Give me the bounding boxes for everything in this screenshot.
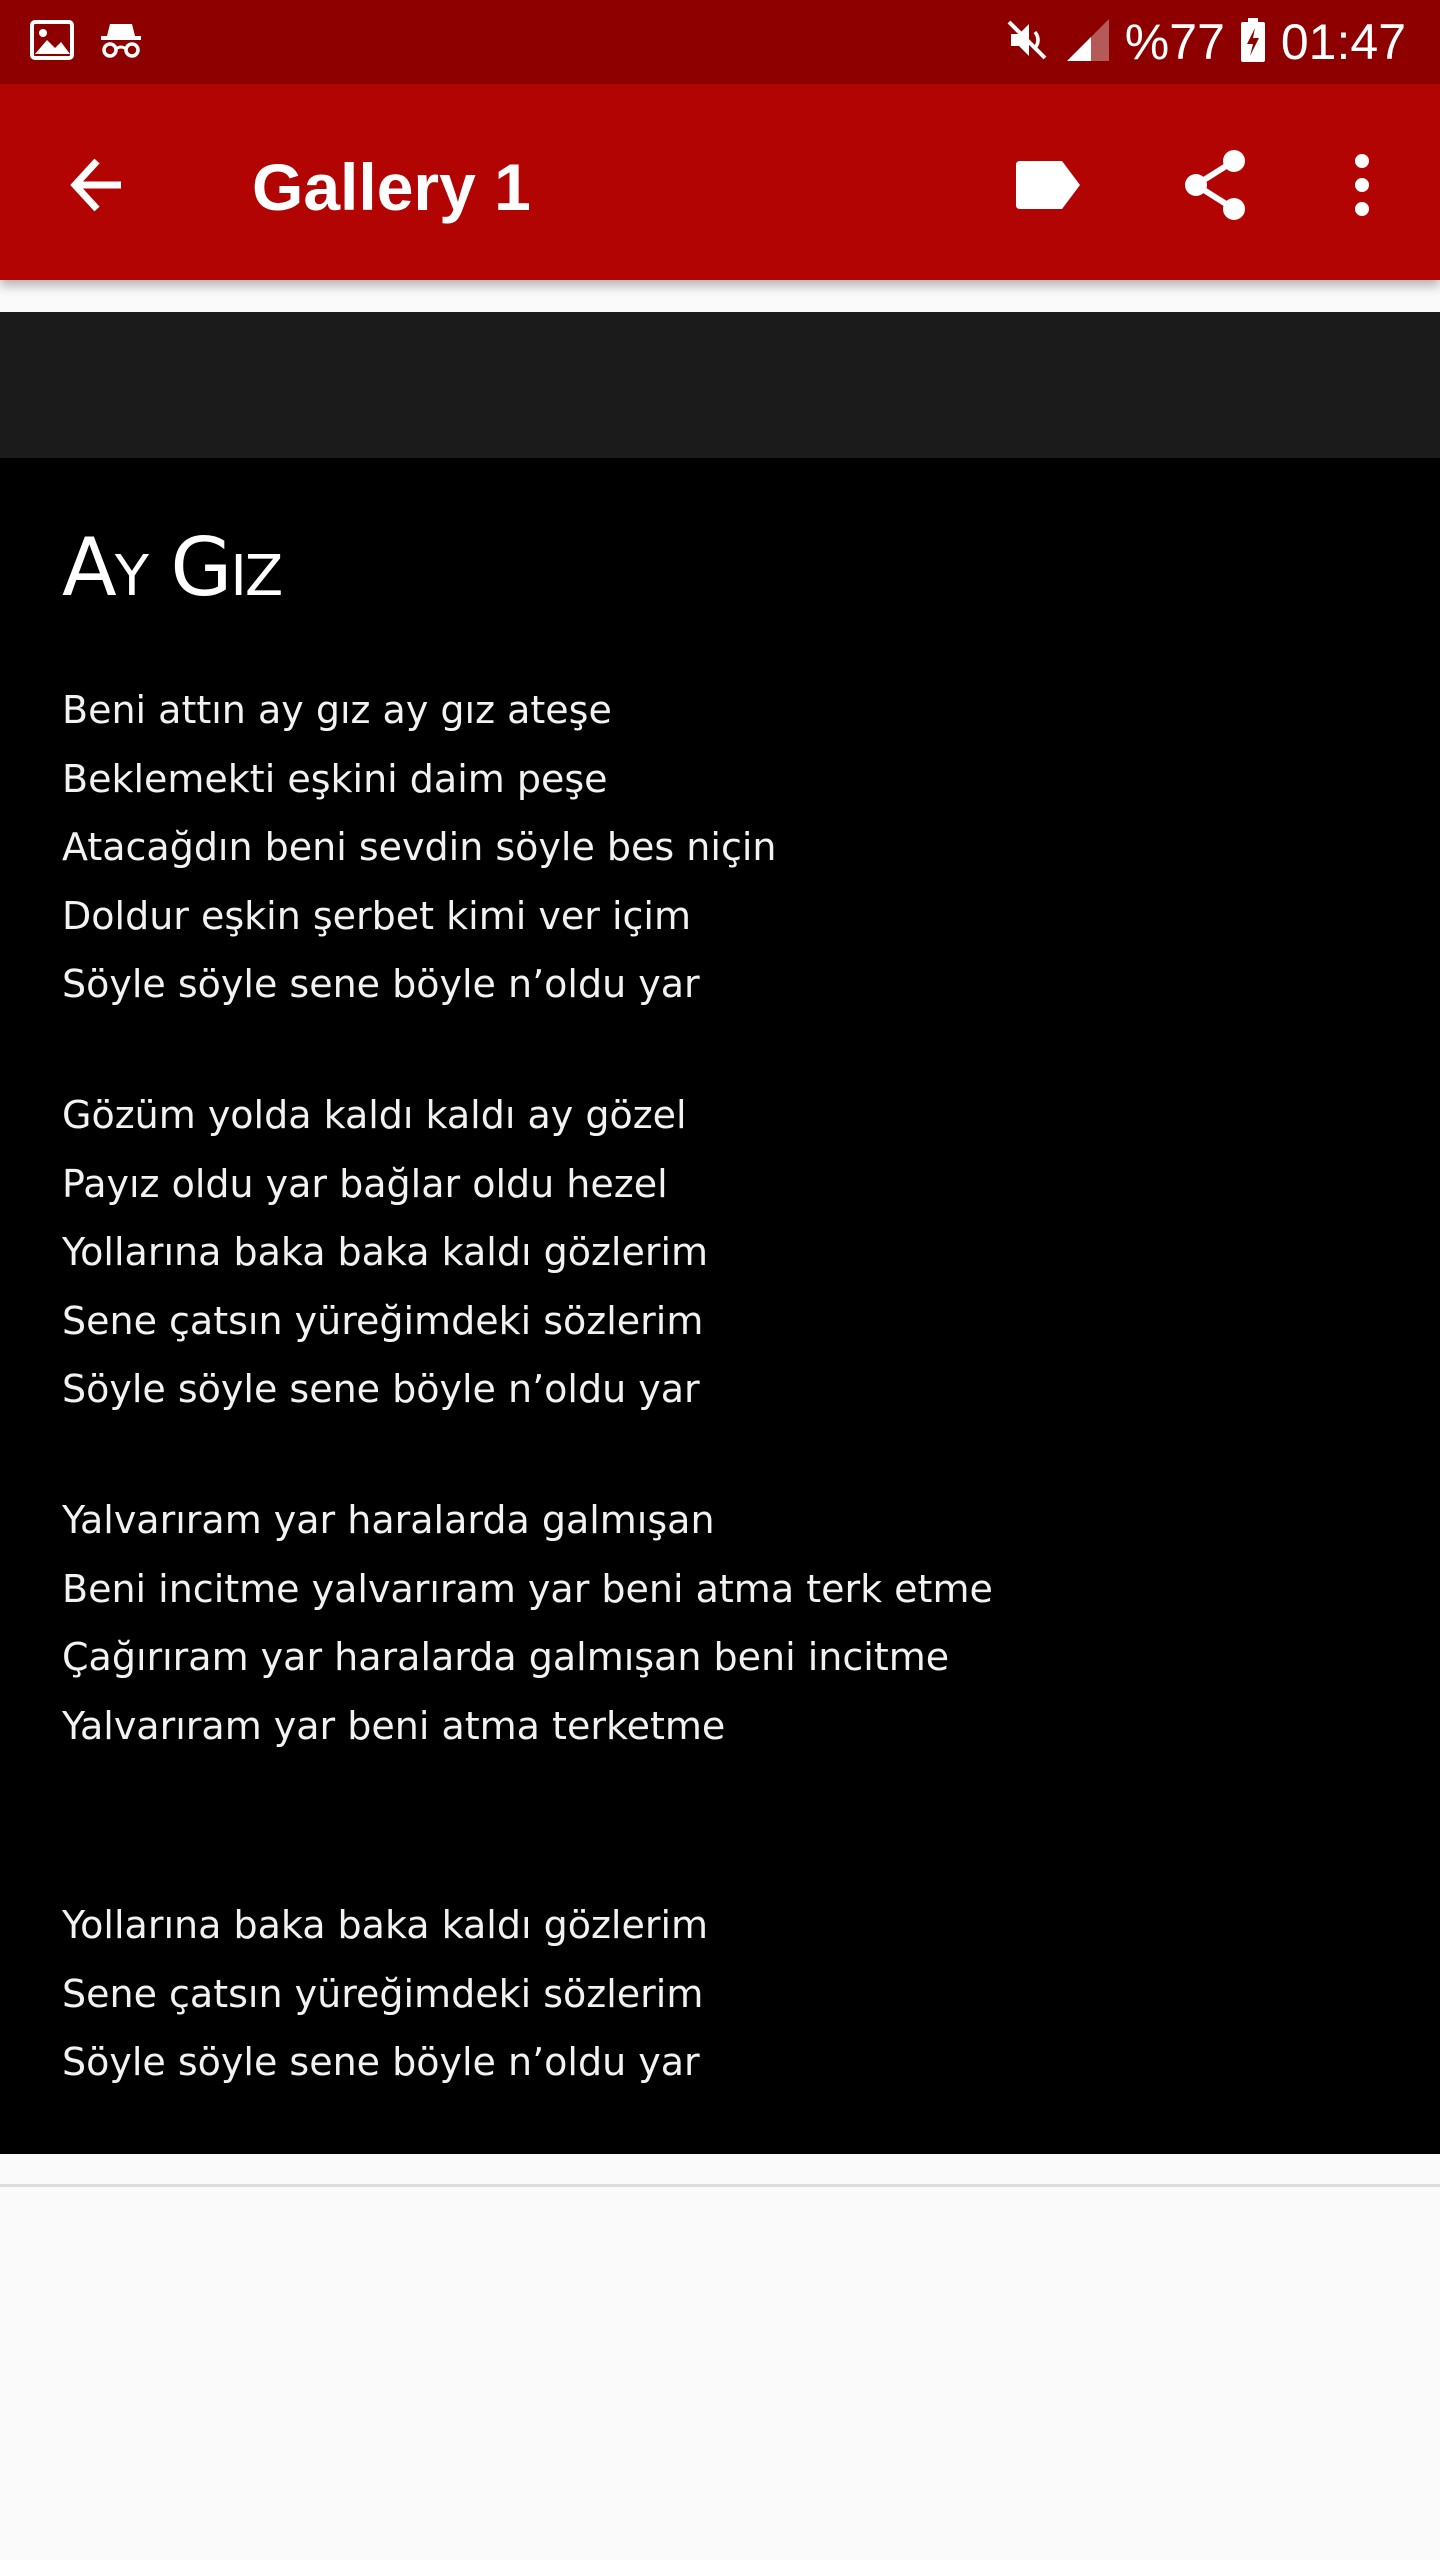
more-options-button[interactable]	[1312, 140, 1412, 230]
poem-stanza: Yollarına baka baka kaldı gözlerim Sene …	[62, 1891, 708, 2097]
page-title: Gallery 1	[252, 150, 531, 224]
poem-line: Söyle söyle sene böyle n’oldu yar	[62, 2040, 700, 2084]
poem-line: Payız oldu yar bağlar oldu hezel	[62, 1161, 668, 1206]
image-top-strip	[0, 312, 1440, 458]
status-bar: %77 01:47	[0, 0, 1440, 84]
status-left-icons	[30, 18, 144, 66]
status-right-icons: %77 01:47	[1003, 10, 1406, 74]
more-vert-icon	[1355, 154, 1369, 216]
app-bar: Gallery 1	[0, 84, 1440, 280]
poem-stanza: Yalvarıram yar haralarda galmışan Beni i…	[62, 1486, 993, 1760]
poem-line: Beklemekti eşkini daim peşe	[62, 756, 608, 801]
poem-line: Yalvarıram yar beni atma terketme	[62, 1703, 726, 1748]
poem-line: Doldur eşkin şerbet kimi ver içim	[62, 893, 691, 938]
poem-stanza: Gözüm yolda kaldı kaldı ay gözel Payız o…	[62, 1081, 708, 1424]
poem-line: Gözüm yolda kaldı kaldı ay gözel	[62, 1093, 687, 1137]
image-icon	[30, 19, 74, 65]
poem-line: Beni attın ay gız ay gız ateşe	[62, 688, 612, 732]
gallery-image[interactable]: Ay Gız Beni attın ay gız ay gız ateşe Be…	[0, 458, 1440, 2154]
poem-line: Sene çatsın yüreğimdeki sözlerim	[62, 1298, 704, 1343]
battery-charging-icon	[1239, 16, 1267, 69]
signal-icon	[1065, 17, 1111, 68]
divider	[0, 2184, 1440, 2187]
tag-icon	[1016, 161, 1080, 209]
poem-line: Yalvarıram yar haralarda galmışan	[62, 1498, 715, 1542]
poem-line: Yollarına baka baka kaldı gözlerim	[62, 1230, 709, 1274]
clock: 01:47	[1280, 14, 1406, 70]
poem-line: Beni incitme yalvarıram yar beni atma te…	[62, 1566, 993, 1611]
poem-line: Sene çatsın yüreğimdeki sözlerim	[62, 1971, 704, 2016]
battery-percent: %77	[1124, 14, 1225, 70]
poem-stanza: Beni attın ay gız ay gız ateşe Beklemekt…	[62, 676, 777, 1019]
poem-line: Çağırıram yar haralarda galmışan beni in…	[62, 1635, 950, 1679]
poem-line: Söyle söyle sene böyle n’oldu yar	[62, 1367, 700, 1411]
tag-button[interactable]	[998, 140, 1098, 230]
incognito-icon	[98, 20, 144, 65]
mute-icon	[1003, 16, 1051, 69]
poem-line: Yollarına baka baka kaldı gözlerim	[62, 1903, 709, 1947]
share-icon	[1185, 150, 1245, 220]
poem-line: Söyle söyle sene böyle n’oldu yar	[62, 962, 700, 1006]
back-button[interactable]	[52, 140, 142, 230]
share-button[interactable]	[1166, 140, 1266, 230]
poem-line: Atacağdın beni sevdin söyle bes niçin	[62, 825, 777, 869]
poem-title: Ay Gız	[62, 521, 283, 614]
back-arrow-icon	[70, 158, 121, 212]
